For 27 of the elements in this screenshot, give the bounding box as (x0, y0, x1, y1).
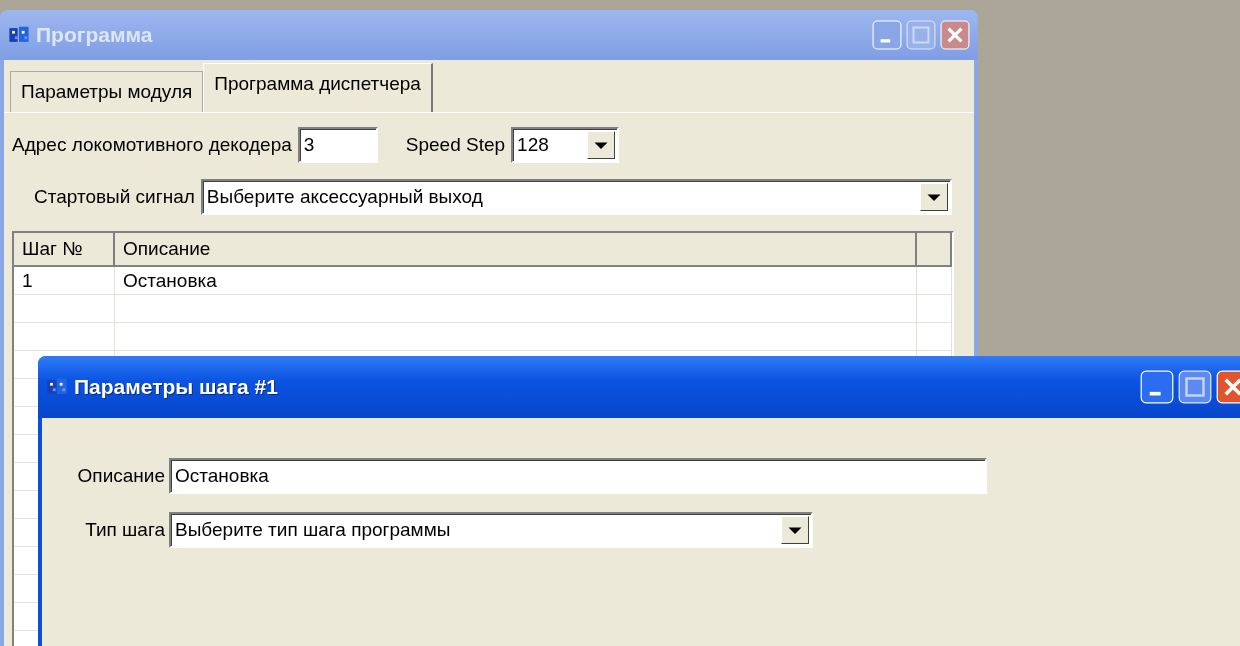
address-field[interactable]: 3 (297, 127, 378, 163)
start-signal-dropdown[interactable]: Выберите аксессуарный выход (200, 179, 952, 215)
table-cell: 1 (14, 267, 115, 295)
dropdown-button[interactable] (587, 131, 616, 159)
table-cell: Остановка (115, 267, 917, 295)
speed-step-dropdown[interactable]: 128 (511, 127, 620, 163)
column-header[interactable]: Шаг № (14, 233, 115, 267)
column-header[interactable]: Описание (115, 233, 917, 267)
close-button[interactable] (1216, 370, 1240, 404)
table-cell (917, 295, 952, 323)
minimize-button[interactable] (1140, 370, 1174, 404)
tab[interactable]: Программа диспетчера (203, 63, 433, 112)
maximize-button[interactable] (1178, 370, 1212, 404)
field-label: Адрес локомотивного декодера (12, 134, 292, 156)
field-label: Описание (76, 465, 165, 487)
field-label: Стартовый сигнал (34, 186, 195, 208)
tab[interactable]: Параметры модуля (10, 71, 204, 112)
description-field[interactable]: Остановка (169, 458, 987, 494)
window-title: Программа (36, 23, 154, 47)
dropdown-button[interactable] (920, 183, 948, 211)
step-type-dropdown[interactable]: Выберите тип шага программы (169, 512, 813, 548)
table-cell (917, 267, 952, 295)
window-title: Параметры шага #1 (74, 375, 279, 399)
field-label: Speed Step (405, 134, 506, 156)
close-button[interactable] (940, 20, 970, 50)
dropdown-button[interactable] (781, 516, 809, 544)
field-label: Тип шага (84, 519, 165, 541)
